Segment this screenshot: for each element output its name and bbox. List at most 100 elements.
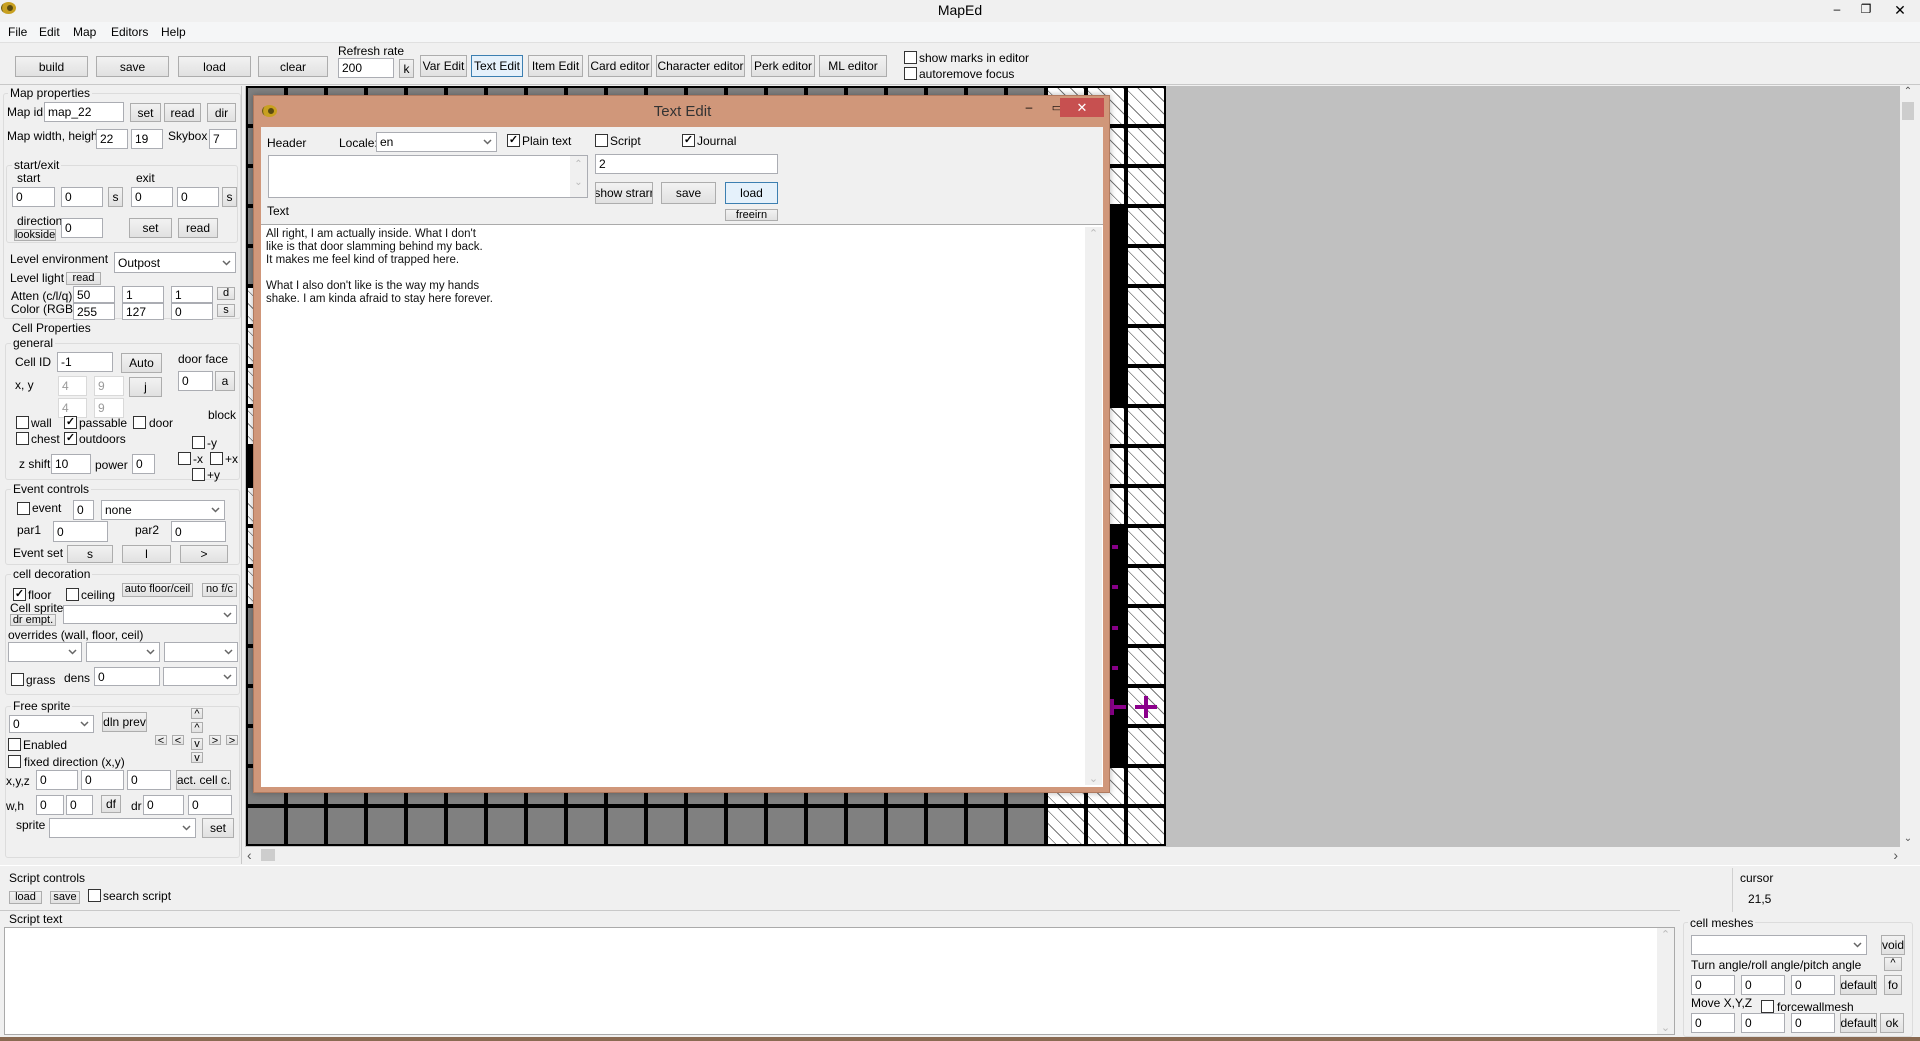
map-cell[interactable] bbox=[406, 806, 446, 846]
map-cell[interactable] bbox=[326, 806, 366, 846]
x-input[interactable]: 4 bbox=[58, 376, 87, 396]
map-cell[interactable] bbox=[1126, 86, 1166, 126]
var-edit-button[interactable]: Var Edit bbox=[420, 55, 467, 77]
override-ceil-select[interactable] bbox=[164, 642, 238, 662]
atten-q-input[interactable]: 1 bbox=[171, 286, 213, 303]
dr-input-2[interactable]: 0 bbox=[188, 795, 232, 815]
move-x-input[interactable]: 0 bbox=[1691, 1013, 1735, 1033]
map-cell[interactable] bbox=[606, 806, 646, 846]
text-scrollbar[interactable]: ⌃ ⌄ bbox=[1085, 227, 1102, 785]
journal-checkbox[interactable]: ✓ bbox=[682, 134, 695, 147]
wall-checkbox[interactable] bbox=[16, 416, 29, 429]
sprite-down-button[interactable]: v bbox=[191, 738, 203, 750]
map-cell[interactable] bbox=[246, 806, 286, 846]
sprite-y-input[interactable]: 0 bbox=[81, 770, 124, 790]
level-environment-select[interactable]: Outpost bbox=[114, 252, 236, 273]
scroll-down-icon[interactable]: ⌄ bbox=[1085, 772, 1102, 785]
ml-editor-button[interactable]: ML editor bbox=[819, 55, 887, 77]
map-id-input[interactable]: map_22 bbox=[44, 102, 124, 122]
atten-c-input[interactable]: 50 bbox=[73, 286, 115, 303]
color-g-input[interactable]: 127 bbox=[122, 303, 164, 320]
floor-checkbox[interactable]: ✓ bbox=[13, 588, 26, 601]
map-cell[interactable] bbox=[966, 806, 1006, 846]
move-default-button[interactable]: default bbox=[1840, 1013, 1877, 1033]
color-r-input[interactable]: 255 bbox=[73, 303, 115, 320]
map-id-read-button[interactable]: read bbox=[164, 103, 201, 122]
lookside-button[interactable]: lookside bbox=[14, 229, 56, 241]
script-scrollbar[interactable]: ⌃ ⌄ bbox=[1657, 928, 1674, 1034]
cell-id-auto-button[interactable]: Auto bbox=[121, 353, 162, 373]
sprite-select[interactable] bbox=[49, 818, 196, 838]
text-save-button[interactable]: save bbox=[661, 182, 716, 204]
item-edit-button[interactable]: Item Edit bbox=[528, 55, 583, 77]
map-cell[interactable] bbox=[1126, 486, 1166, 526]
map-cell[interactable] bbox=[1126, 526, 1166, 566]
scroll-left-icon[interactable]: ‹ bbox=[247, 847, 252, 863]
par1-input[interactable]: 0 bbox=[53, 521, 108, 542]
sprite-h-input[interactable]: 0 bbox=[66, 795, 93, 815]
color-b-input[interactable]: 0 bbox=[171, 303, 213, 320]
dialog-minimize-button[interactable]: – bbox=[1016, 99, 1042, 117]
card-editor-button[interactable]: Card editor bbox=[588, 55, 652, 77]
door-face-a-button[interactable]: a bbox=[215, 371, 235, 391]
plain-text-checkbox[interactable]: ✓ bbox=[507, 134, 520, 147]
map-cell[interactable] bbox=[366, 806, 406, 846]
z-shift-input[interactable]: 10 bbox=[51, 454, 91, 474]
script-checkbox[interactable] bbox=[595, 134, 608, 147]
level-light-read-button[interactable]: read bbox=[66, 272, 101, 285]
atten-d-button[interactable]: d bbox=[217, 287, 235, 300]
map-cell[interactable] bbox=[1126, 126, 1166, 166]
map-cell[interactable] bbox=[1126, 646, 1166, 686]
dr-input-1[interactable]: 0 bbox=[143, 795, 184, 815]
show-marks-checkbox[interactable] bbox=[904, 51, 917, 64]
map-cell[interactable] bbox=[1046, 806, 1086, 846]
scroll-thumb[interactable] bbox=[1902, 102, 1914, 120]
event-save-button[interactable]: s bbox=[67, 545, 113, 563]
map-cell[interactable] bbox=[1126, 366, 1166, 406]
power-input[interactable]: 0 bbox=[132, 454, 155, 474]
angle-default-button[interactable]: default bbox=[1840, 975, 1877, 995]
exit-x-input[interactable]: 0 bbox=[131, 187, 173, 207]
df-button[interactable]: df bbox=[101, 795, 121, 813]
map-cell[interactable] bbox=[766, 806, 806, 846]
text-edit-button[interactable]: Text Edit bbox=[471, 55, 523, 77]
exit-set-button[interactable]: s bbox=[222, 187, 237, 207]
start-exit-read-button[interactable]: read bbox=[178, 218, 218, 238]
freeirn-button[interactable]: freeirn bbox=[725, 209, 778, 221]
dr-empt-button[interactable]: dr empt. bbox=[10, 614, 56, 626]
map-cell[interactable] bbox=[1126, 766, 1166, 806]
free-sprite-select[interactable]: 0 bbox=[9, 715, 94, 733]
chest-checkbox[interactable] bbox=[16, 432, 29, 445]
map-id-set-button[interactable]: set bbox=[130, 103, 161, 122]
scroll-down-icon[interactable]: ⌄ bbox=[570, 174, 587, 192]
map-cell[interactable] bbox=[1086, 806, 1126, 846]
grass-type-select[interactable] bbox=[163, 667, 237, 686]
map-cell[interactable] bbox=[1126, 206, 1166, 246]
sprite-w-input[interactable]: 0 bbox=[36, 795, 64, 815]
cell-sprite-select[interactable] bbox=[63, 605, 237, 624]
fo-button[interactable]: fo bbox=[1884, 975, 1902, 995]
ceiling-checkbox[interactable] bbox=[66, 588, 79, 601]
sprite-right2-button[interactable]: > bbox=[226, 735, 238, 745]
door-checkbox[interactable] bbox=[133, 416, 146, 429]
map-cell[interactable] bbox=[1006, 806, 1046, 846]
script-save-button[interactable]: save bbox=[50, 891, 80, 904]
script-text-area[interactable]: ⌃ ⌄ bbox=[4, 927, 1675, 1035]
clear-button[interactable]: clear bbox=[258, 56, 328, 77]
event-checkbox[interactable] bbox=[17, 502, 30, 515]
map-cell[interactable] bbox=[286, 806, 326, 846]
exit-y-input[interactable]: 0 bbox=[177, 187, 219, 207]
door-face-input[interactable]: 0 bbox=[178, 371, 213, 391]
move-y-input[interactable]: 0 bbox=[1741, 1013, 1785, 1033]
pitch-angle-input[interactable]: 0 bbox=[1791, 975, 1835, 995]
map-cell[interactable] bbox=[1126, 806, 1166, 846]
map-width-input[interactable]: 22 bbox=[96, 129, 128, 149]
sprite-down2-button[interactable]: v bbox=[191, 752, 203, 763]
jump-button[interactable]: j bbox=[129, 377, 162, 397]
skybox-input[interactable]: 7 bbox=[209, 129, 237, 149]
refresh-rate-k-button[interactable]: k bbox=[399, 59, 414, 78]
locale-select[interactable]: en bbox=[376, 132, 497, 152]
text-load-button[interactable]: load bbox=[725, 182, 778, 204]
scroll-right-icon[interactable]: › bbox=[1893, 847, 1898, 863]
forcewallmesh-checkbox[interactable] bbox=[1761, 1000, 1774, 1013]
